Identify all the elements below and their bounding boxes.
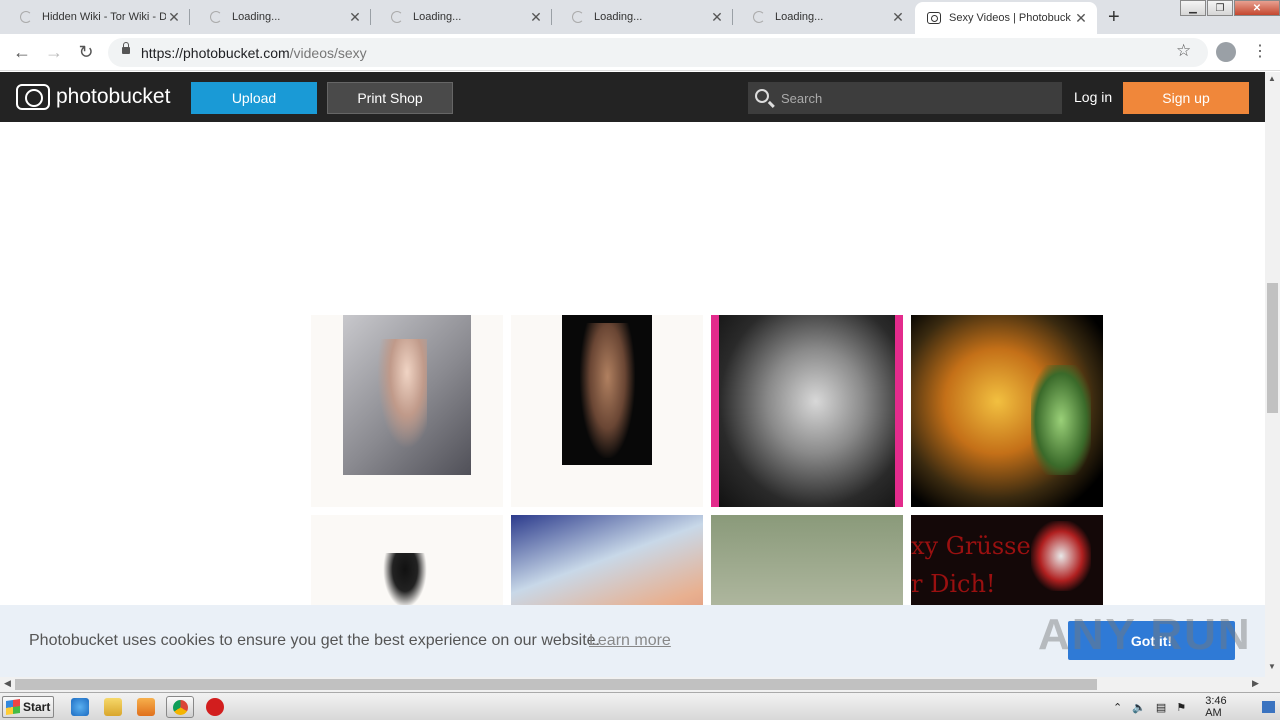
tab-title: Loading...	[232, 11, 281, 23]
tray-expand-icon[interactable]: ⌃	[1113, 701, 1122, 714]
url-text: https://photobucket.com/videos/sexy	[141, 45, 367, 61]
scroll-down-icon[interactable]: ▼	[1268, 662, 1276, 671]
video-thumbnail[interactable]	[311, 315, 503, 507]
browser-toolbar: ← → ↻ https://photobucket.com/videos/sex…	[0, 34, 1280, 71]
thumbnail-image	[911, 315, 1103, 507]
chrome-taskbar-button[interactable]	[166, 696, 194, 718]
site-header: photobucket Upload Print Shop Log in Sig…	[0, 72, 1265, 122]
signup-button[interactable]: Sign up	[1123, 82, 1249, 114]
thumbnail-image	[719, 315, 895, 507]
tab-title: Loading...	[594, 11, 643, 23]
show-desktop-icon[interactable]	[1261, 701, 1275, 713]
close-tab-icon[interactable]: ✕	[347, 9, 363, 26]
cookie-message: Photobucket uses cookies to ensure you g…	[29, 632, 601, 649]
window-controls: ▁ ❐ ✕	[1179, 0, 1280, 16]
scroll-left-icon[interactable]: ◀	[4, 678, 11, 689]
chrome-icon	[173, 700, 188, 715]
page-viewport: photobucket Upload Print Shop Log in Sig…	[0, 72, 1265, 677]
thumbnail-caption-text: xy Grüsse r Dich!	[911, 532, 1031, 598]
scroll-right-icon[interactable]: ▶	[1252, 678, 1259, 689]
horizontal-scrollbar[interactable]: ◀ ▶	[0, 677, 1265, 692]
network-icon[interactable]: ▤	[1156, 701, 1166, 714]
photobucket-logo[interactable]: photobucket	[16, 84, 170, 110]
logo-text: photobucket	[56, 85, 171, 108]
print-shop-button[interactable]: Print Shop	[327, 82, 453, 114]
restore-icon[interactable]: ❐	[1207, 0, 1233, 16]
close-tab-icon[interactable]: ✕	[528, 9, 544, 26]
got-it-button[interactable]: Got it!	[1068, 621, 1235, 660]
thumbnail-figure	[377, 339, 427, 449]
tab-loading-2[interactable]: Loading... ✕	[371, 0, 552, 34]
back-arrow-icon[interactable]: ←	[11, 42, 33, 64]
video-thumbnail[interactable]	[711, 315, 903, 507]
close-tab-icon[interactable]: ✕	[890, 9, 906, 26]
browser-tab-strip: Hidden Wiki - Tor Wiki - D ✕ Loading... …	[0, 0, 1280, 34]
forward-arrow-icon[interactable]: →	[43, 42, 65, 64]
profile-avatar-icon[interactable]	[1216, 42, 1236, 62]
volume-icon[interactable]: 🔈	[1132, 701, 1146, 714]
start-label: Start	[23, 700, 51, 714]
action-center-flag-icon[interactable]: ⚑	[1176, 701, 1186, 714]
camera-logo-icon	[16, 84, 50, 110]
url-path: /videos/sexy	[289, 45, 367, 61]
search-input[interactable]	[781, 88, 1051, 108]
url-host: https://photobucket.com	[141, 45, 290, 61]
file-explorer-icon[interactable]	[104, 698, 122, 716]
tab-loading-1[interactable]: Loading... ✕	[190, 0, 371, 34]
bookmark-star-icon[interactable]: ☆	[1176, 41, 1191, 61]
video-thumbnail[interactable]	[911, 315, 1103, 507]
loading-spinner-icon	[391, 11, 403, 23]
windows-taskbar: Start ⌃ 🔈 ▤ ⚑ 3:46 AM	[0, 692, 1280, 720]
loading-spinner-icon	[20, 11, 32, 23]
address-bar[interactable]: https://photobucket.com/videos/sexy ☆	[108, 38, 1208, 67]
vertical-scroll-thumb[interactable]	[1267, 283, 1278, 413]
photobucket-favicon-icon	[927, 12, 941, 24]
tab-title: Sexy Videos | Photobuck	[949, 12, 1071, 24]
tab-title: Loading...	[413, 11, 462, 23]
media-player-icon[interactable]	[137, 698, 155, 716]
system-tray: ⌃ 🔈 ▤ ⚑ 3:46 AM	[1108, 693, 1280, 721]
site-search	[748, 82, 1062, 114]
close-tab-icon[interactable]: ✕	[709, 9, 725, 26]
lock-icon	[122, 42, 130, 54]
close-tab-icon[interactable]: ✕	[1073, 10, 1089, 27]
thumbnail-figure	[580, 323, 635, 458]
search-icon[interactable]	[755, 89, 769, 103]
vertical-scrollbar[interactable]: ▲ ▼	[1265, 72, 1280, 677]
window-close-icon[interactable]: ✕	[1234, 0, 1280, 16]
browser-menu-icon[interactable]: ⋮	[1252, 41, 1268, 61]
start-button[interactable]: Start	[2, 696, 54, 718]
thumbnail-image	[343, 315, 471, 475]
tab-photobucket-active[interactable]: Sexy Videos | Photobuck ✕	[915, 2, 1097, 34]
cookie-banner: Photobucket uses cookies to ensure you g…	[0, 605, 1265, 677]
upload-button[interactable]: Upload	[191, 82, 317, 114]
learn-more-link[interactable]: Learn more	[589, 632, 671, 650]
minimize-icon[interactable]: ▁	[1180, 0, 1206, 16]
tab-loading-3[interactable]: Loading... ✕	[552, 0, 733, 34]
login-link[interactable]: Log in	[1074, 89, 1112, 105]
thumbnail-image	[383, 553, 427, 608]
close-tab-icon[interactable]: ✕	[166, 9, 182, 26]
clock[interactable]: 3:46 AM	[1205, 695, 1243, 719]
loading-spinner-icon	[210, 11, 222, 23]
horizontal-scroll-thumb[interactable]	[15, 679, 1097, 690]
tab-title: Loading...	[775, 11, 824, 23]
tab-hidden-wiki[interactable]: Hidden Wiki - Tor Wiki - D ✕	[0, 0, 190, 34]
tab-loading-4[interactable]: Loading... ✕	[733, 0, 914, 34]
internet-explorer-icon[interactable]	[71, 698, 89, 716]
new-tab-plus-icon[interactable]: +	[1108, 6, 1120, 29]
windows-logo-icon	[6, 699, 20, 715]
loading-spinner-icon	[572, 11, 584, 23]
alert-app-icon[interactable]	[206, 698, 224, 716]
scrollbar-corner	[1265, 677, 1280, 692]
tab-title: Hidden Wiki - Tor Wiki - D	[42, 11, 166, 23]
reload-icon[interactable]: ↻	[75, 42, 97, 64]
scroll-up-icon[interactable]: ▲	[1268, 74, 1276, 83]
thumbnail-detail	[1031, 365, 1091, 475]
thumbnail-image	[562, 315, 652, 465]
loading-spinner-icon	[753, 11, 765, 23]
video-thumbnail[interactable]	[511, 315, 703, 507]
thumbnail-detail	[1031, 521, 1091, 591]
